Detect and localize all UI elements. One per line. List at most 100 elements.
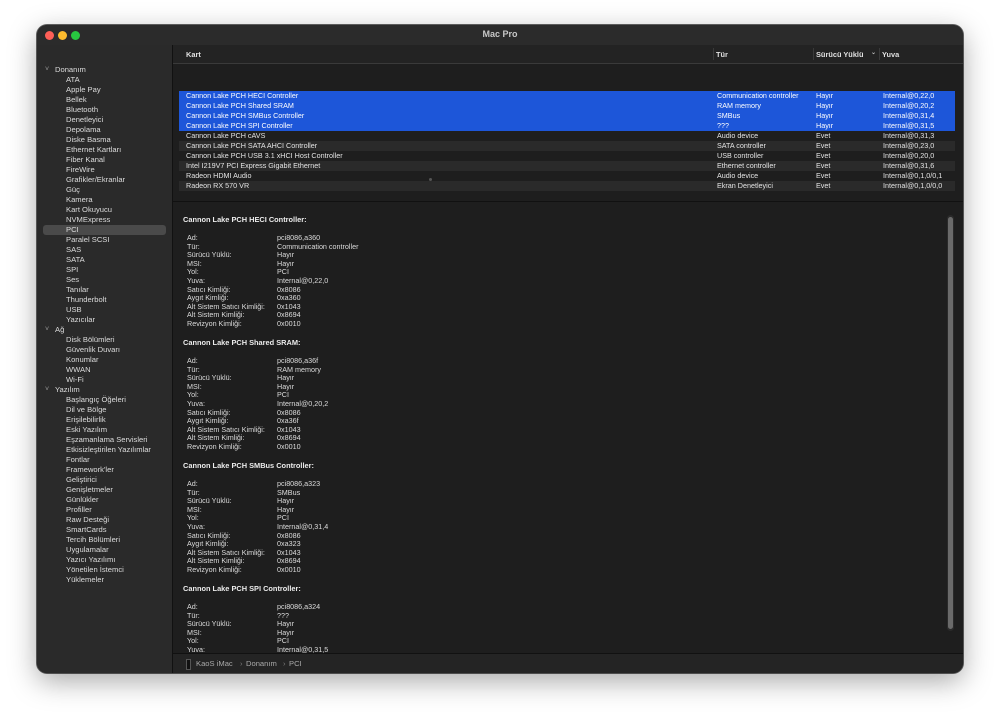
- sidebar-item[interactable]: Yüklemeler: [37, 575, 172, 585]
- sidebar-item[interactable]: Profiller: [37, 505, 172, 515]
- sidebar-item[interactable]: Framework'ler: [37, 465, 172, 475]
- breadcrumb-computer[interactable]: KaoS iMac: [196, 659, 233, 668]
- sidebar-category[interactable]: ˅ Ağ: [37, 325, 172, 335]
- sidebar-item[interactable]: Disk Bölümleri: [37, 335, 172, 345]
- table-row[interactable]: Intel I219V7 PCI Express Gigabit Etherne…: [179, 161, 955, 171]
- sidebar-item[interactable]: Geliştirici: [37, 475, 172, 485]
- sidebar-item[interactable]: WWAN: [37, 365, 172, 375]
- table-row[interactable]: Cannon Lake PCH SMBus Controller SMBus Hay…: [179, 111, 955, 121]
- chevron-down-icon[interactable]: ˅: [45, 385, 49, 395]
- sidebar-item[interactable]: FireWire: [37, 165, 172, 175]
- sidebar-item[interactable]: Diske Basma: [37, 135, 172, 145]
- table-row[interactable]: Cannon Lake PCH SATA AHCI Controller SATA…: [179, 141, 955, 151]
- sidebar-item[interactable]: PCI: [43, 225, 166, 235]
- detail-section-title: Cannon Lake PCH Shared SRAM:: [183, 338, 301, 347]
- sidebar-item[interactable]: Uygulamalar: [37, 545, 172, 555]
- column-header-surucu[interactable]: Sürücü Yüklü: [816, 50, 864, 59]
- breadcrumb-donanim[interactable]: Donanım: [246, 659, 277, 668]
- table-row[interactable]: Cannon Lake PCH USB 3.1 xHCI Host Contro…: [179, 151, 955, 161]
- detail-scrollbar[interactable]: [947, 215, 954, 631]
- cell-yuva: Internal@0,31,4: [883, 111, 935, 120]
- sidebar-item[interactable]: Etkisizleştirilen Yazılımlar: [37, 445, 172, 455]
- sidebar-item[interactable]: Ethernet Kartları: [37, 145, 172, 155]
- sidebar-item[interactable]: Wi-Fi: [37, 375, 172, 385]
- sidebar-item[interactable]: Genişletmeler: [37, 485, 172, 495]
- detail-field-label: Revizyon Kimliği:: [187, 319, 242, 328]
- sidebar-item[interactable]: Depolama: [37, 125, 172, 135]
- column-header-yuva[interactable]: Yuva: [882, 50, 899, 59]
- chevron-down-icon[interactable]: ˅: [45, 65, 49, 75]
- column-divider[interactable]: [879, 48, 880, 60]
- cell-surucu: Evet: [816, 141, 831, 150]
- breadcrumb-pci[interactable]: PCI: [289, 659, 302, 668]
- sidebar-item[interactable]: Günlükler: [37, 495, 172, 505]
- sidebar-item[interactable]: Eski Yazılım: [37, 425, 172, 435]
- sidebar-category[interactable]: ˅ Donanım: [37, 65, 172, 75]
- column-divider[interactable]: [813, 48, 814, 60]
- sidebar-item[interactable]: Yönetilen İstemci: [37, 565, 172, 575]
- sidebar-item[interactable]: Bluetooth: [37, 105, 172, 115]
- table-row[interactable]: Radeon HDMI Audio Audio device Evet Interna…: [179, 171, 955, 181]
- sidebar-item[interactable]: Konumlar: [37, 355, 172, 365]
- table-row[interactable]: Cannon Lake PCH SPI Controller??? Hayır In…: [179, 121, 955, 131]
- sidebar-category-label: Yazılım: [55, 385, 80, 394]
- sidebar-item[interactable]: Eşzamanlama Servisleri: [37, 435, 172, 445]
- sidebar-item-label: Ethernet Kartları: [66, 145, 122, 154]
- sidebar-item[interactable]: Fontlar: [37, 455, 172, 465]
- sidebar-item[interactable]: Thunderbolt: [37, 295, 172, 305]
- sidebar-item[interactable]: NVMExpress: [37, 215, 172, 225]
- table-row[interactable]: Radeon RX 570 VR Ekran Denetleyici Evet Int…: [179, 181, 955, 191]
- column-header-kart[interactable]: Kart: [186, 50, 201, 59]
- sidebar-item[interactable]: Grafikler/Ekranlar: [37, 175, 172, 185]
- detail-field-label: Revizyon Kimliği:: [187, 565, 242, 574]
- cell-kart: Cannon Lake PCH SATA AHCI Controller: [186, 141, 318, 150]
- sidebar-item[interactable]: Fiber Kanal: [37, 155, 172, 165]
- sidebar-item-label: Tanılar: [66, 285, 89, 294]
- sidebar-item[interactable]: Ses: [37, 275, 172, 285]
- sidebar-item[interactable]: Yazıcılar: [37, 315, 172, 325]
- path-bar: KaoS iMac › Donanım › PCI: [173, 653, 963, 673]
- sidebar-item-label: Dil ve Bölge: [66, 405, 107, 414]
- chevron-down-icon[interactable]: ˅: [45, 325, 49, 335]
- sidebar-item[interactable]: Tercih Bölümleri: [37, 535, 172, 545]
- detail-section-title: Cannon Lake PCH SPI Controller:: [183, 584, 301, 593]
- table-row[interactable]: Cannon Lake PCH HECI Controller Communica…: [179, 91, 955, 101]
- sidebar-item[interactable]: Güç: [37, 185, 172, 195]
- cell-surucu: Hayır: [816, 111, 834, 120]
- sidebar-item[interactable]: Kamera: [37, 195, 172, 205]
- sidebar-category[interactable]: ˅ Yazılım: [37, 385, 172, 395]
- sidebar-item[interactable]: SPI: [37, 265, 172, 275]
- cell-surucu: Evet: [816, 151, 831, 160]
- sidebar-item[interactable]: Güvenlik Duvarı: [37, 345, 172, 355]
- sidebar-item[interactable]: Erişilebilirlik: [37, 415, 172, 425]
- table-row[interactable]: Cannon Lake PCH Shared SRAM RAM memory Hay…: [179, 101, 955, 111]
- sidebar-item[interactable]: Dil ve Bölge: [37, 405, 172, 415]
- column-header-tur[interactable]: Tür: [716, 50, 728, 59]
- column-divider[interactable]: [713, 48, 714, 60]
- sidebar-item[interactable]: Bellek: [37, 95, 172, 105]
- sidebar-item[interactable]: Paralel SCSI: [37, 235, 172, 245]
- sidebar-item[interactable]: ATA: [37, 75, 172, 85]
- sidebar-item[interactable]: Denetleyici: [37, 115, 172, 125]
- sidebar-item[interactable]: Apple Pay: [37, 85, 172, 95]
- sidebar-item[interactable]: Başlangıç Öğeleri: [37, 395, 172, 405]
- sidebar-item[interactable]: Yazıcı Yazılımı: [37, 555, 172, 565]
- table-row[interactable]: Cannon Lake PCH cAVS Audio device Evet Inte…: [179, 131, 955, 141]
- sidebar-item[interactable]: Kart Okuyucu: [37, 205, 172, 215]
- sidebar-item[interactable]: SAS: [37, 245, 172, 255]
- sidebar-item[interactable]: SATA: [37, 255, 172, 265]
- sidebar-item[interactable]: Tanılar: [37, 285, 172, 295]
- sidebar-item-label: Depolama: [66, 125, 101, 134]
- device-table: Kart Tür Sürücü Yüklü ⌄ Yuva Cannon Lake…: [173, 45, 963, 195]
- cell-kart: Cannon Lake PCH USB 3.1 xHCI Host Contro…: [186, 151, 343, 160]
- splitter-handle[interactable]: [429, 178, 432, 181]
- sidebar-item-label: PCI: [66, 225, 79, 234]
- cell-tur: SMBus: [717, 111, 741, 120]
- sidebar-item-label: Etkisizleştirilen Yazılımlar: [66, 445, 151, 454]
- scrollbar-thumb[interactable]: [948, 217, 953, 629]
- sidebar-item[interactable]: USB: [37, 305, 172, 315]
- sidebar-item[interactable]: SmartCards: [37, 525, 172, 535]
- chevron-down-icon[interactable]: ⌄: [871, 49, 876, 56]
- sidebar-item-label: Eşzamanlama Servisleri: [66, 435, 148, 444]
- sidebar-item[interactable]: Raw Desteği: [37, 515, 172, 525]
